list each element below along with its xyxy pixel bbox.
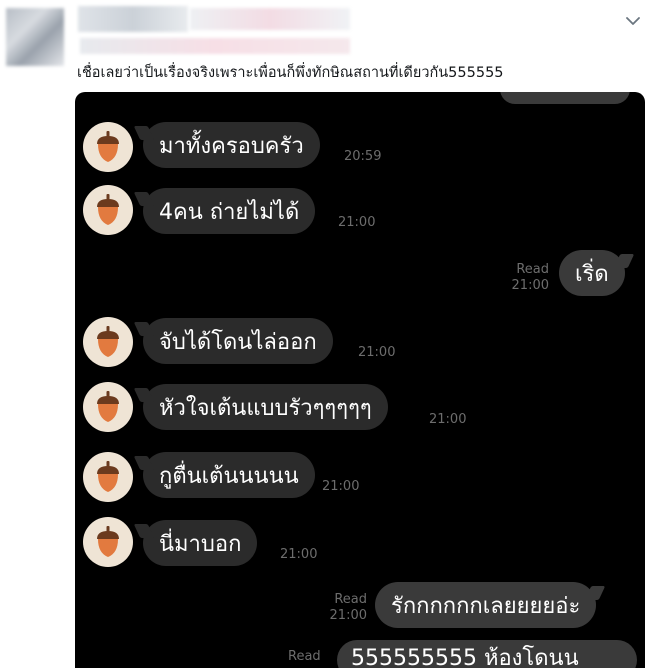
chat-bubble-outgoing: 555555555 ห้องโดนน (337, 640, 637, 668)
acorn-icon (83, 122, 133, 172)
message-time: 21:00 (280, 547, 318, 562)
acorn-icon (83, 317, 133, 367)
acorn-icon (83, 382, 133, 432)
message-time: 21:00 (338, 215, 376, 230)
read-receipt: Read (516, 262, 549, 277)
chat-bubble-outgoing: รักกกกกกเลยยยยอ่ะ (375, 582, 597, 628)
message-time: 21:00 (329, 608, 367, 623)
author-name-redacted[interactable] (78, 6, 188, 32)
acorn-icon (83, 452, 133, 502)
tweet-header (0, 0, 650, 66)
acorn-icon (83, 517, 133, 567)
chat-bubble-incoming: กูตื่นเต้นนนนน (143, 452, 315, 498)
chat-screenshot-image[interactable]: มาทั้งครอบครัว 20:59 4คน ถ่ายไม่ได้ 21:0… (75, 92, 645, 668)
chat-bubble-incoming: จับได้โดนไล่ออก (143, 318, 333, 364)
chevron-down-icon[interactable] (622, 10, 644, 32)
acorn-icon (83, 185, 133, 235)
chat-bubble-outgoing: เริ่ด (559, 250, 625, 296)
message-time: 21:00 (511, 278, 549, 293)
author-handle-redacted (80, 38, 350, 54)
chat-bubble-cropped (500, 92, 630, 104)
author-name-redacted-2 (190, 8, 350, 30)
message-time: 20:59 (344, 149, 382, 164)
message-time: 21:00 (358, 345, 396, 360)
read-receipt: Read (288, 649, 321, 664)
read-receipt: Read (334, 592, 367, 607)
tweet-text: เชื่อเลยว่าเป็นเรื่องจริงเพราะเพื่อนก็พึ… (77, 65, 504, 81)
avatar[interactable] (6, 8, 64, 66)
message-time: 21:00 (322, 479, 360, 494)
message-time: 21:00 (429, 412, 467, 427)
chat-bubble-incoming: 4คน ถ่ายไม่ได้ (143, 188, 316, 234)
chat-bubble-incoming: มาทั้งครอบครัว (143, 122, 320, 168)
chat-bubble-incoming: นี่มาบอก (143, 520, 258, 566)
chat-bubble-incoming: หัวใจเต้นแบบรัวๆๆๆๆๆ (143, 384, 388, 430)
